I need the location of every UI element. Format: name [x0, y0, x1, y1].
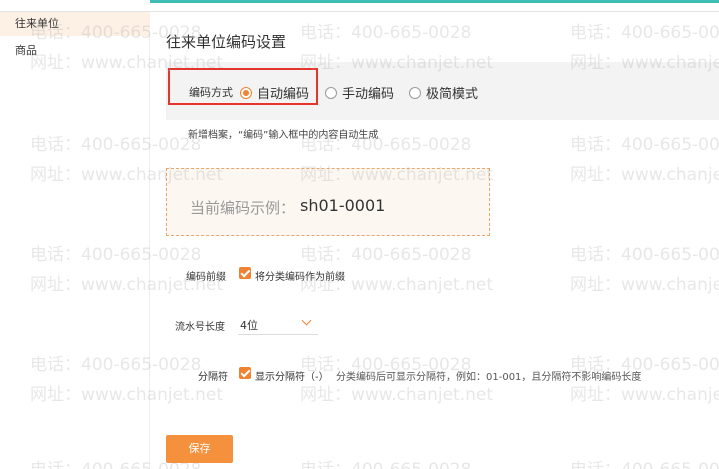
radio-label: 手动编码	[342, 87, 395, 102]
page-title: 往来单位编码设置	[166, 33, 287, 51]
separator-checkbox-label: 显示分隔符（-）	[255, 372, 329, 383]
radio-auto-coding[interactable]: 自动编码	[240, 83, 309, 102]
watermark-phone: 电话：400-665-0028	[300, 455, 471, 469]
sidebar: 往来单位 商品	[0, 12, 150, 469]
prefix-label: 编码前缀	[186, 272, 226, 283]
watermark-phone: 电话：400-665-0028	[300, 245, 472, 265]
watermark-site: 网址：www.chanjet.net	[570, 275, 719, 295]
serial-length-select[interactable]: 4位	[238, 309, 318, 335]
coding-mode-label: 编码方式	[189, 86, 233, 99]
watermark-site: 网址：www.chanjet.net	[570, 385, 719, 405]
save-button[interactable]: 保存	[166, 435, 233, 463]
watermark-phone: 电话：400-665-0028	[570, 455, 719, 469]
watermark-phone: 电话：400-665-0028	[570, 245, 719, 265]
prefix-checkbox[interactable]	[239, 267, 251, 279]
radio-unchecked-icon	[409, 86, 421, 99]
prefix-checkbox-label: 将分类编码作为前缀	[255, 272, 345, 283]
top-bar	[0, 0, 719, 12]
sidebar-item-products[interactable]: 商品	[0, 39, 150, 63]
watermark-site: 网址：www.chanjet.net	[300, 385, 494, 405]
chevron-down-icon	[301, 315, 312, 326]
serial-length-label: 流水号长度	[175, 322, 225, 333]
separator-description: 分类编码后可显示分隔符，例如：01-001，且分隔符不影响编码长度	[336, 372, 642, 383]
top-accent-line	[150, 0, 719, 3]
code-example-value: sh01-0001	[300, 196, 386, 215]
radio-label: 极简模式	[426, 87, 479, 102]
radio-unchecked-icon	[325, 86, 337, 99]
watermark-phone: 电话：400-665-0028	[300, 23, 472, 43]
radio-minimal-mode[interactable]: 极简模式	[409, 83, 478, 102]
radio-checked-icon	[240, 86, 252, 99]
watermark-phone: 电话：400-665-0028	[570, 23, 719, 43]
serial-length-value: 4位	[240, 319, 258, 332]
sidebar-item-partners[interactable]: 往来单位	[0, 12, 150, 36]
watermark-site: 网址：www.chanjet.net	[570, 165, 719, 185]
watermark-phone: 电话：400-665-0028	[570, 135, 719, 155]
radio-label: 自动编码	[257, 87, 310, 102]
radio-manual-coding[interactable]: 手动编码	[325, 83, 394, 102]
separator-checkbox[interactable]	[239, 367, 251, 379]
code-example-label: 当前编码示例：	[190, 199, 296, 217]
coding-mode-hint: 新增档案，“编码”输入框中的内容自动生成	[188, 130, 379, 141]
separator-label: 分隔符	[198, 372, 228, 383]
